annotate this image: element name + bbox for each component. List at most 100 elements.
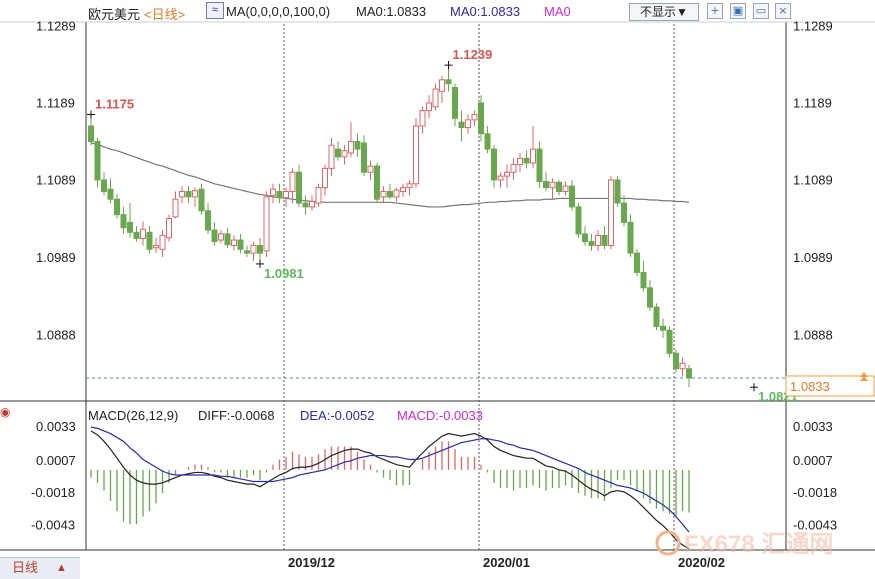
candle-body xyxy=(562,185,569,193)
x-tick-label: 2019/12 xyxy=(288,555,335,570)
candlestick xyxy=(679,357,686,377)
candle-body xyxy=(244,250,250,254)
candle-body xyxy=(569,185,575,208)
candlestick xyxy=(218,230,224,244)
candle-body xyxy=(192,190,198,198)
close-icon[interactable]: × xyxy=(775,3,791,19)
candle-body xyxy=(465,119,471,129)
hide-dropdown-button[interactable]: 不显示▼ xyxy=(629,3,699,21)
candle-body xyxy=(205,210,211,231)
candle-body xyxy=(484,133,491,150)
candlestick xyxy=(471,110,478,127)
candlestick xyxy=(114,193,120,219)
candle-body xyxy=(315,187,322,204)
candlestick xyxy=(94,137,101,188)
candlestick xyxy=(406,179,413,196)
candle-body xyxy=(406,183,413,189)
candlestick xyxy=(263,191,270,257)
candle-body xyxy=(517,157,523,166)
candle-body xyxy=(491,148,497,181)
macd-lines xyxy=(90,426,690,550)
candle-body xyxy=(374,165,380,200)
candlestick xyxy=(608,176,614,250)
extreme-price-label: 1.1175 xyxy=(95,96,134,111)
candle-body xyxy=(146,231,153,250)
candlestick xyxy=(361,135,367,177)
candle-body xyxy=(94,140,101,181)
candle-body xyxy=(523,157,530,164)
candle-body xyxy=(634,252,640,273)
current-price-label: 1.0833 xyxy=(790,379,830,394)
candlestick xyxy=(153,237,159,254)
candlestick xyxy=(133,226,140,242)
candle-body xyxy=(296,171,302,204)
candle-body xyxy=(328,144,335,169)
settings-icon[interactable]: ▣ xyxy=(730,3,746,19)
add-icon[interactable]: + xyxy=(707,3,723,19)
candlestick xyxy=(101,172,107,196)
ma0-value-magenta: MA0 xyxy=(544,4,571,19)
candle-body xyxy=(127,221,133,233)
candlestick xyxy=(348,122,354,157)
price-tick-label-right: 1.1089 xyxy=(793,173,833,188)
candlestick xyxy=(614,176,621,207)
candlestick xyxy=(497,172,504,188)
candle-body xyxy=(380,191,387,198)
candle-body xyxy=(439,79,445,92)
candle-body xyxy=(107,188,114,200)
candle-body xyxy=(400,187,406,193)
candlestick xyxy=(465,114,471,134)
ma-indicator-icon[interactable]: ≈ xyxy=(206,2,224,19)
candlestick xyxy=(380,186,387,204)
candle-body xyxy=(666,329,673,354)
candle-body xyxy=(101,179,107,193)
candlestick xyxy=(686,364,692,388)
candlestick xyxy=(569,179,575,211)
candlestick xyxy=(491,145,497,188)
macd-settings-icon[interactable]: ◉ xyxy=(0,405,10,419)
candle-body xyxy=(354,140,361,150)
candle-body xyxy=(341,150,348,158)
candlestick xyxy=(640,260,647,292)
candle-body xyxy=(621,202,627,223)
macd-tick-label-left: 0.0007 xyxy=(36,453,76,468)
candlestick xyxy=(192,187,198,207)
candlestick xyxy=(315,183,322,207)
price-tick-label-left: 1.0888 xyxy=(36,328,76,343)
candlestick-series xyxy=(88,65,692,388)
candle-body xyxy=(452,86,458,119)
macd-tick-label-right: 0.0033 xyxy=(793,419,833,434)
candlestick xyxy=(523,150,530,169)
candle-body xyxy=(536,148,543,182)
candlestick xyxy=(367,160,374,180)
price-tick-label-right: 1.0888 xyxy=(793,328,833,343)
period-tab[interactable]: 日线 ▲ xyxy=(0,557,80,579)
candle-body xyxy=(627,221,634,254)
ma0-value-black: MA0:1.0833 xyxy=(356,4,427,19)
candlestick xyxy=(120,206,127,234)
candlestick xyxy=(159,230,166,257)
macd-dea-value: DEA:-0.0052 xyxy=(300,408,375,423)
price-tick-label-right: 1.1189 xyxy=(793,96,832,111)
candlestick xyxy=(276,183,283,204)
candle-body xyxy=(387,191,393,198)
candle-body xyxy=(250,244,257,254)
candle-body xyxy=(224,233,231,246)
candlestick xyxy=(627,214,634,257)
minimize-icon[interactable]: ▭ xyxy=(753,3,769,19)
candle-body xyxy=(478,102,484,135)
candle-body xyxy=(530,148,536,164)
candlestick xyxy=(484,126,491,153)
candlestick xyxy=(556,179,562,196)
candle-body xyxy=(419,110,426,127)
candle-body xyxy=(218,233,224,241)
candle-body xyxy=(185,191,192,198)
candle-body xyxy=(458,121,465,129)
candlestick xyxy=(270,183,276,204)
candlestick xyxy=(335,141,341,161)
candle-body xyxy=(556,181,562,193)
macd-diff-line xyxy=(90,430,690,550)
candle-body xyxy=(413,125,419,185)
candlestick xyxy=(289,168,296,204)
candlestick xyxy=(107,178,114,204)
